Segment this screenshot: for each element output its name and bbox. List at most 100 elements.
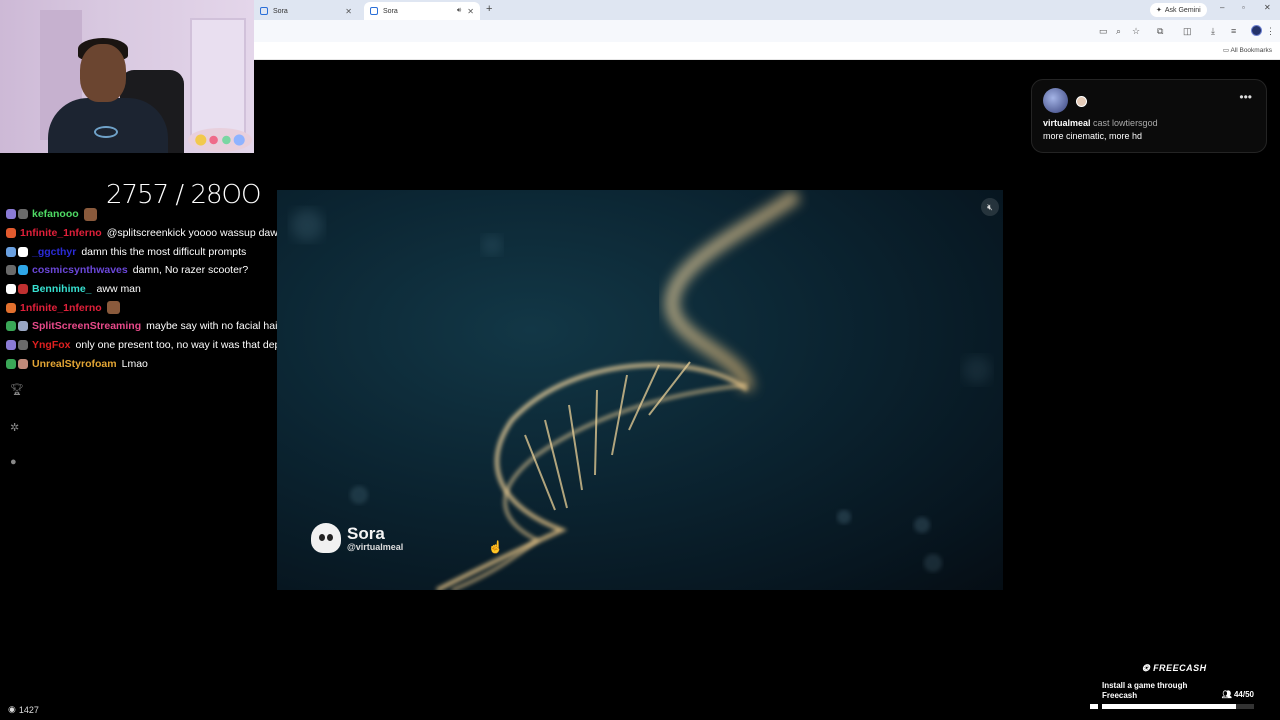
webcam-door	[190, 18, 246, 142]
side-panel-icon[interactable]: ◫	[1183, 26, 1192, 37]
chat-badges	[6, 265, 28, 276]
speaker-icon[interactable]: 🔊︎	[457, 7, 461, 15]
prompt-author-line: virtualmeal cast lowtiersgod	[1043, 118, 1158, 128]
more-options-icon[interactable]: •••	[1239, 90, 1252, 104]
all-bookmarks-button[interactable]: ▭ All Bookmarks	[1223, 46, 1272, 54]
chat-username[interactable]: 1nfinite_1nferno	[20, 227, 102, 239]
user-avatar[interactable]	[1043, 88, 1068, 113]
chat-badges	[6, 358, 28, 369]
chat-badge-icon	[18, 340, 28, 351]
browser-toolbar: ▭ ⌕ ☆ ⧉ ◫ ⤓ ≡ ⋮	[254, 20, 1280, 42]
chat-text: Lmao	[121, 357, 148, 370]
profile-avatar[interactable]	[1251, 25, 1262, 36]
freecash-logo-icon: ❂	[1142, 663, 1151, 673]
sora-favicon-icon	[370, 7, 378, 15]
chat-text: damn this the most difficult prompts	[81, 245, 247, 258]
bookmarks-bar: ▭ All Bookmarks	[254, 42, 1280, 60]
folder-icon: ▭	[1222, 47, 1229, 54]
new-tab-icon[interactable]: +	[486, 3, 492, 15]
eye-icon: ◉	[8, 704, 16, 714]
chat-badge-icon	[6, 246, 16, 257]
people-icon: 👥︎	[1221, 690, 1232, 699]
chat-username[interactable]: _ggcthyr	[32, 246, 76, 258]
install-app-icon[interactable]: ▭	[1099, 26, 1108, 37]
chat-username[interactable]: 1nfinite_1nferno	[20, 302, 102, 314]
zoom-icon[interactable]: ⌕	[1116, 26, 1121, 37]
freecash-progress-bar	[1102, 704, 1254, 709]
viewer-count: ◉ 1427	[8, 704, 39, 715]
mute-toggle-icon[interactable]: 🔇︎	[981, 198, 999, 216]
chat-badge-icon	[6, 321, 16, 332]
close-tab-icon[interactable]: ✕	[467, 7, 474, 16]
freecash-widget: ❂ FREECASH Install a game through Freeca…	[1090, 660, 1260, 720]
avatar-icon: ●	[10, 456, 17, 468]
chat-text: aww man	[96, 283, 141, 296]
chat-badges	[6, 228, 16, 239]
menu-kebab-icon[interactable]: ⋮	[1266, 26, 1275, 37]
chat-badge-icon	[18, 265, 28, 276]
cast-avatar[interactable]	[1076, 96, 1087, 107]
chat-badge-icon	[6, 209, 16, 220]
freecash-progress-fill	[1102, 704, 1236, 709]
webcam-streamer-head	[80, 44, 126, 102]
sparkle-icon: ✦	[1156, 7, 1162, 14]
shirt-logo	[94, 126, 118, 138]
tab-title: Sora	[273, 7, 288, 15]
chat-username[interactable]: Bennihime_	[32, 283, 92, 295]
chat-emote-icon	[83, 207, 97, 221]
viewer-count-value: 1427	[18, 704, 39, 715]
chat-badge-icon	[6, 358, 16, 369]
close-tab-icon[interactable]: ✕	[345, 7, 352, 16]
prompt-card: ••• virtualmeal cast lowtiersgod more ci…	[1031, 79, 1267, 153]
chat-username[interactable]: UnrealStyrofoam	[32, 358, 117, 370]
chat-badges	[6, 246, 28, 257]
sora-logo-icon	[311, 523, 341, 553]
prompt-username[interactable]: virtualmeal	[1043, 118, 1091, 128]
browser-tab-2[interactable]: Sora 🔊︎ ✕	[364, 2, 480, 20]
close-window-icon[interactable]: ✕	[1264, 3, 1271, 12]
chat-badge-icon	[18, 321, 28, 332]
tab-title: Sora	[383, 7, 398, 15]
freecash-brand: ❂ FREECASH	[1142, 663, 1207, 674]
minimize-icon[interactable]: –	[1220, 3, 1224, 12]
sora-watermark: Sora @virtualmeal	[311, 523, 403, 553]
chat-badge-icon	[18, 246, 28, 257]
browser-tabstrip: Sora ✕ Sora 🔊︎ ✕ + ✦ Ask Gemini – ▫ ✕	[254, 0, 1280, 20]
ask-gemini-button[interactable]: ✦ Ask Gemini	[1150, 3, 1207, 17]
download-icon[interactable]: ⤓	[1211, 26, 1215, 37]
tab-search-icon[interactable]: ≡	[1231, 26, 1236, 36]
chat-badge-icon	[6, 284, 16, 295]
chat-text: @splitscreenkick yoooo wassup dawg	[106, 227, 284, 240]
chat-badge-icon	[6, 265, 16, 276]
screen: Sora ✕ Sora 🔊︎ ✕ + ✦ Ask Gemini – ▫ ✕ ▭ …	[0, 0, 1280, 720]
chat-text: maybe say with no facial hair?	[146, 320, 287, 333]
mouse-pointer-icon: ☝	[488, 540, 503, 554]
chat-badges	[6, 321, 28, 332]
freecash-goal-text: Install a game through Freecash	[1102, 681, 1188, 700]
chat-badge-icon	[6, 228, 16, 239]
chat-username[interactable]: kefanooo	[32, 208, 79, 220]
browser-tab-1[interactable]: Sora ✕	[254, 2, 358, 20]
chat-username[interactable]: SplitScreenStreaming	[32, 320, 141, 332]
freecash-count: 👥︎ 44/50	[1222, 690, 1254, 699]
chat-badge-icon	[6, 302, 16, 313]
chat-badges	[6, 302, 16, 313]
extensions-icon[interactable]: ⧉	[1157, 26, 1163, 37]
ask-gemini-label: Ask Gemini	[1164, 6, 1201, 14]
chat-badge-icon	[6, 340, 16, 351]
freecash-count-value: 44/50	[1233, 690, 1254, 699]
chat-badge-icon	[18, 284, 28, 295]
maximize-icon[interactable]: ▫	[1242, 3, 1245, 12]
freecash-progress-marker	[1090, 704, 1098, 709]
settings-icon: ✲	[10, 422, 20, 434]
bookmark-star-icon[interactable]: ☆	[1132, 26, 1140, 37]
prompt-cast-text: cast lowtiersgod	[1093, 118, 1158, 128]
chat-badge-icon	[18, 358, 28, 369]
all-bookmarks-label: All Bookmarks	[1230, 47, 1272, 54]
sora-video-player[interactable]: 🔇︎ Sora @virtualmeal ☝	[277, 190, 1003, 590]
chat-text: damn, No razer scooter?	[132, 264, 249, 277]
chat-username[interactable]: YngFox	[32, 339, 71, 351]
chat-username[interactable]: cosmicsynthwaves	[32, 264, 128, 276]
sora-watermark-name: Sora	[347, 523, 385, 543]
prompt-text: more cinematic, more hd	[1043, 131, 1143, 141]
